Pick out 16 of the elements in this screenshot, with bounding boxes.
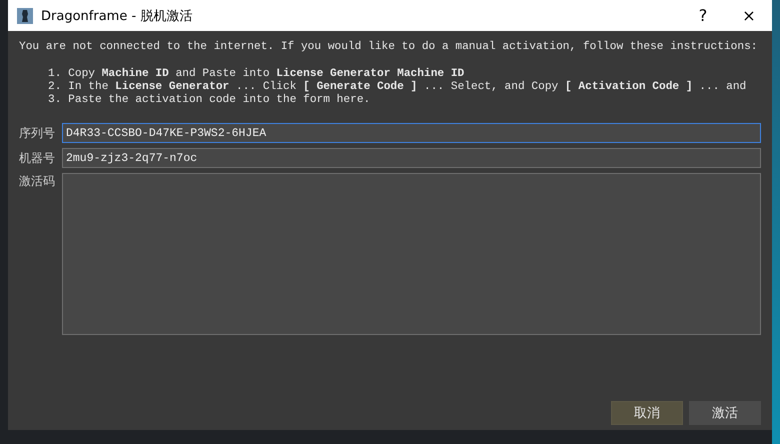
field-label: 序列号 <box>19 124 56 142</box>
text-area[interactable] <box>62 173 761 335</box>
input-field[interactable]: D4R33-CCSBO-D47KE-P3WS2-6HJEA <box>62 123 761 143</box>
cancel-button[interactable]: 取消 <box>611 401 683 425</box>
activate-button[interactable]: 激活 <box>689 401 761 425</box>
field-label: 机器号 <box>19 150 56 166</box>
intro-text: You are not connected to the internet. If you would like to do a manual activation, follow these instructions: <box>19 41 758 54</box>
instruction-step: 2. In the License Generator ... Click [ Generate Code ] ... Select, and Copy [ Activation Code ] ... and <box>48 81 761 94</box>
input-field[interactable]: 2mu9-zjz3-2q77-n7oc <box>62 148 761 168</box>
instruction-step: 3. Paste the activation code into the form here. <box>48 94 761 107</box>
field-label: 激活码 <box>19 173 56 190</box>
close-button[interactable]: × <box>726 0 772 31</box>
instruction-step: 1. Copy Machine ID and Paste into License Generator Machine ID <box>48 68 761 81</box>
app-icon <box>17 8 33 24</box>
window-title: Dragonframe - 脱机激活 <box>41 8 194 24</box>
help-button[interactable]: ? <box>680 0 726 31</box>
